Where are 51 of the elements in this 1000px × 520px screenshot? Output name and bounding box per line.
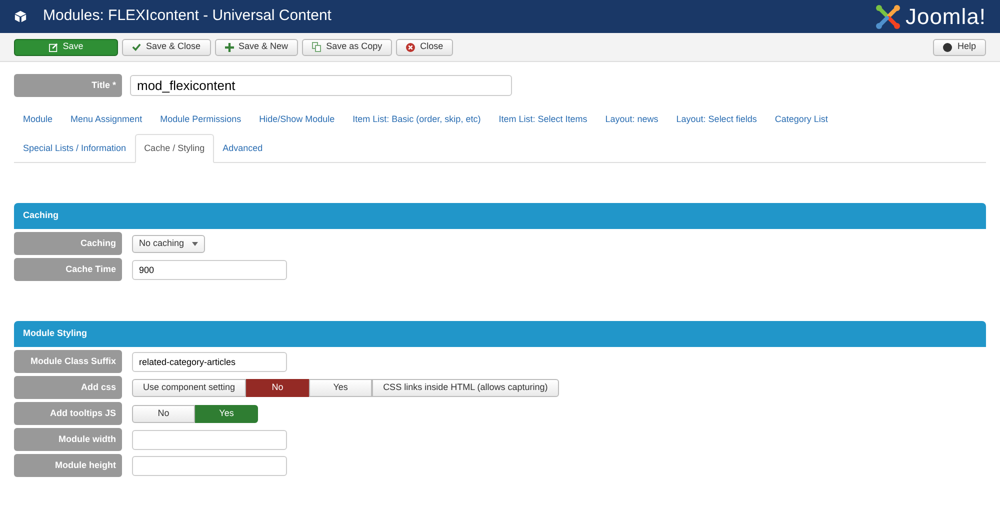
tab[interactable]: Cache / Styling — [135, 134, 214, 163]
save-button[interactable]: Save — [14, 38, 118, 56]
field-label: Module width — [14, 428, 122, 451]
tab[interactable]: Hide/Show Module — [250, 105, 344, 134]
cube-icon — [14, 10, 27, 23]
field-label: Add tooltips JS — [14, 402, 122, 425]
input-field[interactable]: 900 — [132, 260, 287, 280]
field-label: Add css — [14, 376, 122, 399]
tab[interactable]: Layout: news — [596, 105, 668, 134]
tab[interactable]: Layout: Select fields — [667, 105, 766, 134]
tab[interactable]: Module — [14, 105, 62, 134]
copy-icon — [312, 42, 322, 52]
edit-icon — [48, 42, 58, 52]
title-field[interactable]: mod_flexicontent — [130, 75, 512, 96]
input-field[interactable] — [132, 456, 287, 476]
tab[interactable]: Module Permissions — [151, 105, 250, 134]
radio-option[interactable]: No — [132, 404, 195, 422]
window-title: Modules: FLEXIcontent - Universal Content — [43, 6, 332, 26]
plus-icon — [224, 42, 234, 52]
input-field[interactable] — [132, 430, 287, 450]
close-button[interactable]: Close — [396, 38, 454, 56]
logo-icon — [875, 4, 902, 30]
toolbar-button[interactable]: Save & New — [214, 38, 298, 56]
logo-text: Joomla! — [905, 3, 986, 31]
help-button[interactable]: Help — [933, 38, 986, 56]
select-field[interactable]: No caching — [132, 234, 206, 252]
tab[interactable]: Category List — [766, 105, 837, 134]
tab[interactable]: Special Lists / Information — [14, 134, 136, 163]
field-label: Module height — [14, 454, 122, 477]
radio-option[interactable]: Use component setting — [132, 378, 246, 396]
radio-option[interactable]: Yes — [309, 378, 372, 396]
tab[interactable]: Item List: Basic (order, skip, etc) — [344, 105, 490, 134]
input-field[interactable]: related-category-articles — [132, 352, 287, 372]
help-icon — [943, 42, 952, 52]
close-icon — [406, 42, 416, 52]
tab[interactable]: Advanced — [214, 134, 272, 163]
tab[interactable]: Menu Assignment — [62, 105, 152, 134]
check-icon — [132, 43, 141, 51]
field-label: Module Class Suffix — [14, 350, 122, 373]
radio-option[interactable]: No — [246, 378, 310, 396]
toolbar-button[interactable]: Save as Copy — [302, 38, 392, 56]
field-label: Title * — [14, 74, 122, 97]
radio-option[interactable]: Yes — [195, 404, 258, 422]
toolbar-button[interactable]: Save & Close — [122, 38, 211, 56]
radio-option[interactable]: CSS links inside HTML (allows capturing) — [372, 378, 559, 396]
section-header: Caching — [14, 203, 986, 229]
tab[interactable]: Item List: Select Items — [490, 105, 596, 134]
caret-icon — [192, 242, 198, 246]
field-label: Caching — [14, 232, 122, 255]
field-label: Cache Time — [14, 258, 122, 281]
section-header: Module Styling — [14, 321, 986, 347]
